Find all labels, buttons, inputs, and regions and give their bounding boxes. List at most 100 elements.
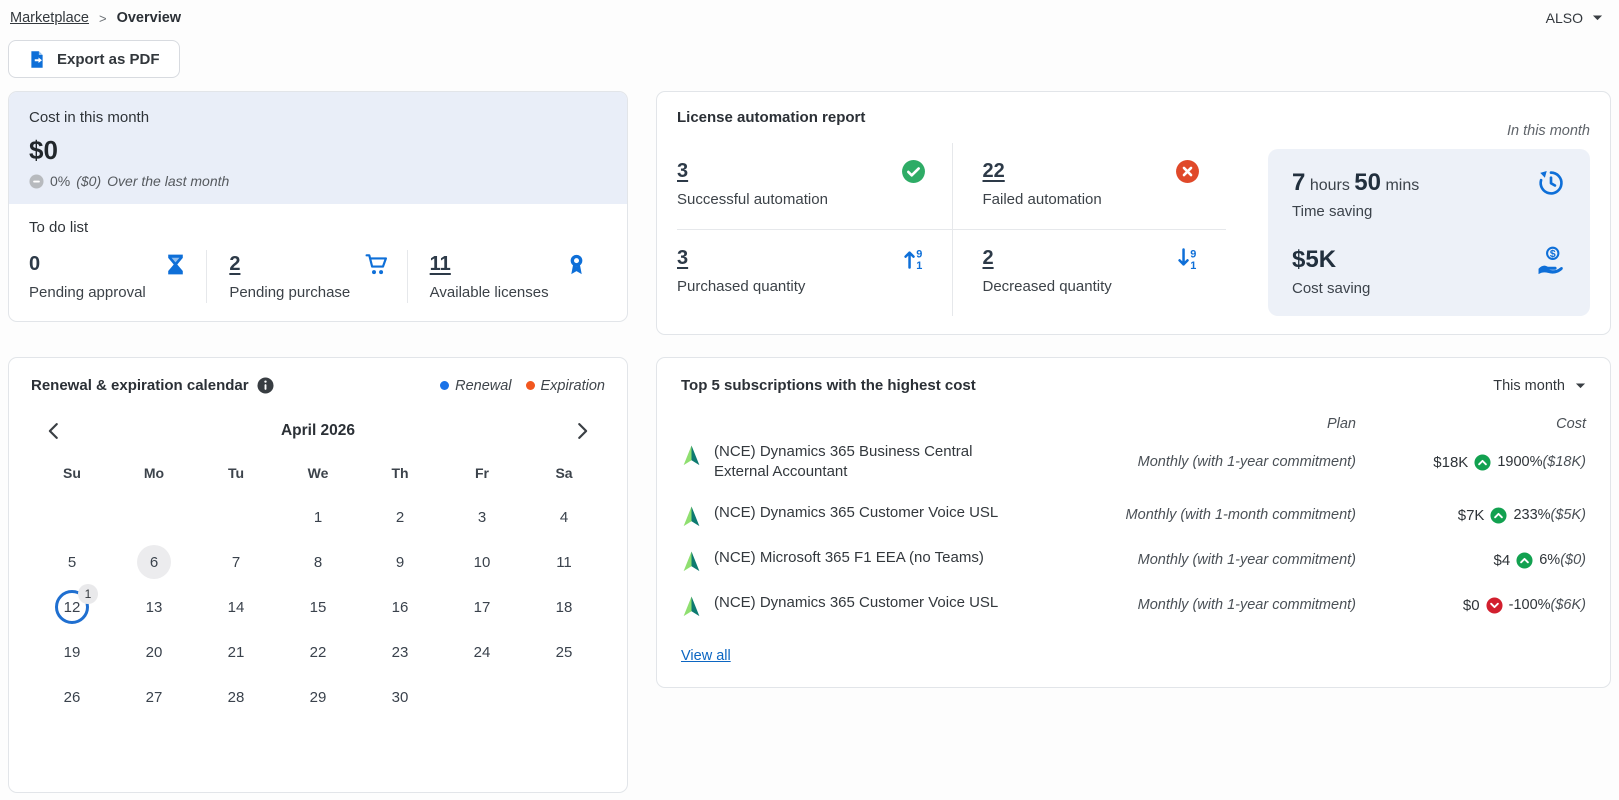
calendar-day[interactable]: 2: [383, 500, 417, 534]
calendar-cell: 14: [195, 585, 277, 629]
export-pdf-label: Export as PDF: [57, 50, 160, 68]
view-all-link[interactable]: View all: [681, 648, 731, 664]
calendar-cell: 3: [441, 495, 523, 539]
calendar-day[interactable]: 5: [55, 545, 89, 579]
automation-stat-value[interactable]: 22: [983, 160, 1005, 183]
account-dropdown[interactable]: ALSO: [1546, 10, 1603, 26]
calendar-day[interactable]: 21: [219, 635, 253, 669]
breadcrumb-marketplace[interactable]: Marketplace: [10, 10, 89, 26]
calendar-cell: 4: [523, 495, 605, 539]
x-circle-icon: [1175, 159, 1200, 184]
automation-stat-value[interactable]: 2: [983, 247, 994, 270]
calendar-day[interactable]: 12 1: [55, 584, 98, 624]
caret-down-icon: [1592, 14, 1603, 22]
calendar-day[interactable]: 27: [137, 680, 171, 714]
calendar-day[interactable]: 1: [301, 500, 335, 534]
calendar-prev-button[interactable]: [43, 420, 65, 442]
subscription-name-cell: (NCE) Dynamics 365 Business Central Exte…: [681, 442, 1011, 483]
cost-change: 0% ($0) Over the last month: [29, 173, 607, 189]
calendar-day[interactable]: 3: [465, 500, 499, 534]
calendar-day[interactable]: 16: [383, 590, 417, 624]
minus-circle-icon: [29, 173, 44, 189]
automation-header: License automation report In this month: [677, 109, 1590, 139]
calendar-day-header: Th: [391, 465, 409, 481]
svg-text:1: 1: [1190, 260, 1196, 271]
calendar-empty-cell: [441, 675, 523, 719]
calendar-day[interactable]: 19: [55, 635, 89, 669]
legend-item: Expiration: [525, 378, 605, 394]
svg-text:9: 9: [916, 248, 922, 260]
calendar-cell: 23: [359, 630, 441, 674]
subscriptions-table: (NCE) Dynamics 365 Business Central Exte…: [681, 432, 1586, 628]
todo-item-value[interactable]: 11: [430, 253, 451, 276]
calendar-cell: 17: [441, 585, 523, 629]
caret-down-icon: [1575, 382, 1586, 390]
cost-card: Cost in this month $0 0% ($0) Over the l…: [8, 91, 628, 322]
automation-stat-value[interactable]: 3: [677, 247, 688, 270]
automation-stat: 3 91 Purchased quantity: [677, 230, 952, 316]
subscription-plan: Monthly (with 1-month commitment): [1125, 507, 1356, 523]
calendar-day[interactable]: 17: [465, 590, 499, 624]
subscription-row: (NCE) Dynamics 365 Business Central Exte…: [681, 432, 1586, 493]
history-icon: [1536, 168, 1566, 198]
subscription-logo-icon: [681, 550, 702, 573]
cost-saving: $5K $ Cost saving: [1292, 245, 1566, 297]
automation-stats: 3 Successful automation 22 Failed automa…: [677, 143, 1226, 316]
todo-list: 0 Pending approval 2 Pending purchase 11…: [29, 250, 607, 303]
calendar-next-button[interactable]: [571, 420, 593, 442]
calendar-day[interactable]: 29: [301, 680, 335, 714]
cost-card-title: Cost in this month: [29, 109, 150, 126]
calendar-day[interactable]: 25: [547, 635, 581, 669]
calendar-month-label: April 2026: [280, 422, 356, 439]
calendar-day[interactable]: 4: [547, 500, 581, 534]
month-filter-dropdown[interactable]: This month: [1493, 378, 1586, 394]
calendar-day[interactable]: 23: [383, 635, 417, 669]
calendar-day[interactable]: 10: [465, 545, 499, 579]
subscription-name: (NCE) Dynamics 365 Customer Voice USL: [714, 593, 999, 611]
calendar-day[interactable]: 11: [547, 545, 581, 579]
calendar-cell: 21: [195, 630, 277, 674]
file-export-icon: [28, 50, 46, 69]
automation-stat: 3 Successful automation: [677, 143, 952, 230]
trend-up-circle-icon: [1490, 506, 1507, 524]
subscription-plan: Monthly (with 1-year commitment): [1137, 597, 1356, 613]
calendar-day-header: Fr: [475, 465, 489, 481]
calendar-day[interactable]: 7: [219, 545, 253, 579]
calendar-day[interactable]: 9: [383, 545, 417, 579]
calendar-day[interactable]: 13: [137, 590, 171, 624]
info-icon[interactable]: [257, 377, 274, 394]
calendar-day[interactable]: 22: [301, 635, 335, 669]
cost-change-amount: ($0): [76, 173, 102, 189]
calendar-day[interactable]: 8: [301, 545, 335, 579]
calendar-day[interactable]: 20: [137, 635, 171, 669]
calendar-day[interactable]: 6: [137, 545, 171, 579]
calendar-day[interactable]: 15: [301, 590, 335, 624]
todo-item-value[interactable]: 2: [229, 253, 240, 276]
calendar-day[interactable]: 24: [465, 635, 499, 669]
todo-item-label: Available licenses: [429, 284, 549, 301]
calendar-cell: 22: [277, 630, 359, 674]
todo-item-label: Pending approval: [29, 284, 146, 301]
calendar-empty-cell: [113, 495, 195, 539]
calendar-title: Renewal & expiration calendar: [31, 377, 249, 394]
svg-text:9: 9: [1190, 248, 1196, 260]
calendar-empty-cell: [31, 495, 113, 539]
automation-body: 3 Successful automation 22 Failed automa…: [677, 143, 1590, 316]
automation-stat-value[interactable]: 3: [677, 160, 688, 183]
hand-dollar-icon: $: [1536, 245, 1566, 275]
calendar-day[interactable]: 14: [219, 590, 253, 624]
calendar-grid: Su Mo Tu We Th Fr Sa 1 2 3 4 5 6 7 8 9 10 11 1…: [31, 456, 605, 719]
time-mins: 50: [1354, 169, 1381, 196]
subscription-row: (NCE) Dynamics 365 Customer Voice USL Mo…: [681, 583, 1586, 628]
calendar-day[interactable]: 30: [383, 680, 417, 714]
calendar-day[interactable]: 28: [219, 680, 253, 714]
export-pdf-button[interactable]: Export as PDF: [8, 40, 180, 78]
calendar-day[interactable]: 18: [547, 590, 581, 624]
time-mins-unit: mins: [1385, 177, 1420, 194]
breadcrumb-separator: >: [98, 10, 107, 26]
calendar-day[interactable]: 26: [55, 680, 89, 714]
subscriptions-card: Top 5 subscriptions with the highest cos…: [656, 357, 1611, 688]
calendar-empty-cell: [195, 495, 277, 539]
calendar-nav: April 2026: [31, 420, 605, 442]
todo-item: 0 Pending approval: [29, 250, 206, 303]
